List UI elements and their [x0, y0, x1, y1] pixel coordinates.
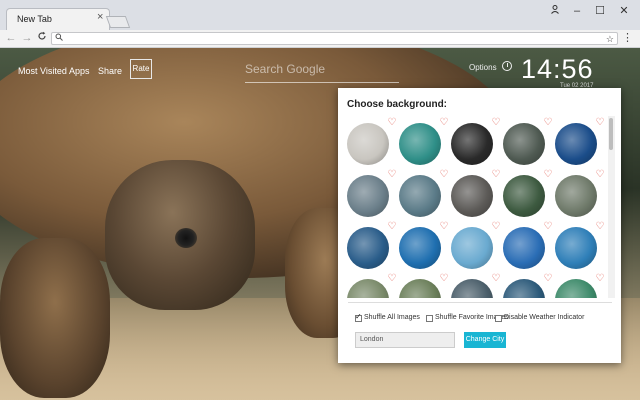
apps-link[interactable]: Apps: [69, 66, 90, 76]
background-thumbnail[interactable]: [347, 175, 389, 217]
disable-weather-checkbox[interactable]: [495, 315, 502, 322]
clock-icon[interactable]: [502, 61, 512, 71]
divider: [348, 302, 612, 303]
back-icon[interactable]: ←: [4, 31, 18, 45]
background-thumbnail[interactable]: [555, 279, 597, 298]
background-thumbnail[interactable]: [555, 123, 597, 165]
favorite-heart-icon[interactable]: ♡: [439, 118, 449, 128]
favorite-heart-icon[interactable]: ♡: [387, 170, 397, 180]
tortoise-leg: [0, 238, 110, 398]
background-thumbnail[interactable]: [555, 175, 597, 217]
city-input[interactable]: London: [355, 332, 455, 348]
background-thumbnail[interactable]: [503, 175, 545, 217]
search-placeholder: Search Google: [245, 62, 326, 76]
favorite-heart-icon[interactable]: ♡: [595, 274, 605, 284]
favorite-heart-icon[interactable]: ♡: [491, 274, 501, 284]
background-grid: ♡ ♡ ♡ ♡ ♡ ♡ ♡ ♡ ♡ ♡ ♡ ♡ ♡ ♡ ♡ ♡ ♡ ♡ ♡ ♡: [338, 116, 606, 298]
shuffle-all-label: Shuffle All Images: [364, 314, 420, 321]
background-thumbnail[interactable]: [451, 175, 493, 217]
favorite-heart-icon[interactable]: ♡: [543, 222, 553, 232]
disable-weather-label: Disable Weather Indicator: [504, 314, 585, 321]
rate-button[interactable]: Rate: [130, 59, 152, 79]
share-link[interactable]: Share: [98, 66, 122, 76]
favorite-heart-icon[interactable]: ♡: [439, 274, 449, 284]
menu-icon[interactable]: ⋮: [622, 31, 633, 44]
favorite-heart-icon[interactable]: ♡: [387, 118, 397, 128]
change-city-button[interactable]: Change City: [464, 332, 506, 348]
favorite-heart-icon[interactable]: ♡: [491, 118, 501, 128]
favorite-heart-icon[interactable]: ♡: [439, 170, 449, 180]
favorite-heart-icon[interactable]: ♡: [491, 222, 501, 232]
background-thumbnail[interactable]: [399, 279, 441, 298]
shuffle-all-checkbox[interactable]: [355, 312, 362, 322]
reload-icon[interactable]: [35, 31, 49, 45]
favorite-heart-icon[interactable]: ♡: [595, 170, 605, 180]
new-tab-button[interactable]: [105, 16, 131, 28]
favorite-heart-icon[interactable]: ♡: [595, 222, 605, 232]
address-bar[interactable]: ☆: [51, 32, 618, 45]
background-thumbnail[interactable]: [503, 279, 545, 298]
favorite-heart-icon[interactable]: ♡: [543, 274, 553, 284]
panel-title: Choose background:: [347, 99, 448, 110]
scrollbar-thumb[interactable]: [609, 118, 613, 150]
browser-toolbar: ← → ☆ ⋮: [0, 30, 640, 48]
most-visited-link[interactable]: Most Visited: [18, 66, 67, 76]
maximize-icon[interactable]: ☐: [591, 3, 609, 19]
background-chooser-panel: Choose background: ♡ ♡ ♡ ♡ ♡ ♡ ♡ ♡ ♡ ♡ ♡ ♡ ♡ ♡ ♡ ♡ ♡ ♡ ♡ ♡ …: [338, 88, 621, 363]
favorite-heart-icon[interactable]: ♡: [387, 222, 397, 232]
tab-strip: New Tab × – ☐ ✕: [0, 0, 640, 30]
tab-new-tab[interactable]: New Tab ×: [6, 8, 110, 30]
background-thumbnail[interactable]: [451, 123, 493, 165]
shuffle-favorite-checkbox[interactable]: [426, 315, 433, 322]
background-thumbnail[interactable]: [555, 227, 597, 269]
favorite-heart-icon[interactable]: ♡: [595, 118, 605, 128]
options-link[interactable]: Options: [469, 63, 497, 72]
clock-time: 14:56: [521, 54, 594, 84]
window-close-icon[interactable]: ✕: [615, 3, 633, 19]
forward-icon[interactable]: →: [20, 31, 34, 45]
favorite-heart-icon[interactable]: ♡: [439, 222, 449, 232]
close-icon[interactable]: ×: [97, 11, 103, 23]
background-thumbnail[interactable]: [347, 123, 389, 165]
search-icon: [55, 33, 63, 45]
minimize-icon[interactable]: –: [568, 3, 586, 19]
background-thumbnail[interactable]: [399, 175, 441, 217]
background-thumbnail[interactable]: [451, 227, 493, 269]
search-input[interactable]: Search Google: [245, 60, 399, 83]
favorite-heart-icon[interactable]: ♡: [543, 170, 553, 180]
favorite-heart-icon[interactable]: ♡: [491, 170, 501, 180]
tortoise-eye: [175, 228, 197, 248]
star-icon[interactable]: ☆: [606, 33, 614, 45]
profile-icon[interactable]: [546, 3, 564, 19]
background-thumbnail[interactable]: [503, 227, 545, 269]
background-thumbnail[interactable]: [347, 279, 389, 298]
background-thumbnail[interactable]: [451, 279, 493, 298]
background-thumbnail[interactable]: [399, 123, 441, 165]
favorite-heart-icon[interactable]: ♡: [387, 274, 397, 284]
background-thumbnail[interactable]: [347, 227, 389, 269]
favorite-heart-icon[interactable]: ♡: [543, 118, 553, 128]
background-thumbnail[interactable]: [399, 227, 441, 269]
tab-title: New Tab: [17, 14, 52, 24]
background-thumbnail[interactable]: [503, 123, 545, 165]
